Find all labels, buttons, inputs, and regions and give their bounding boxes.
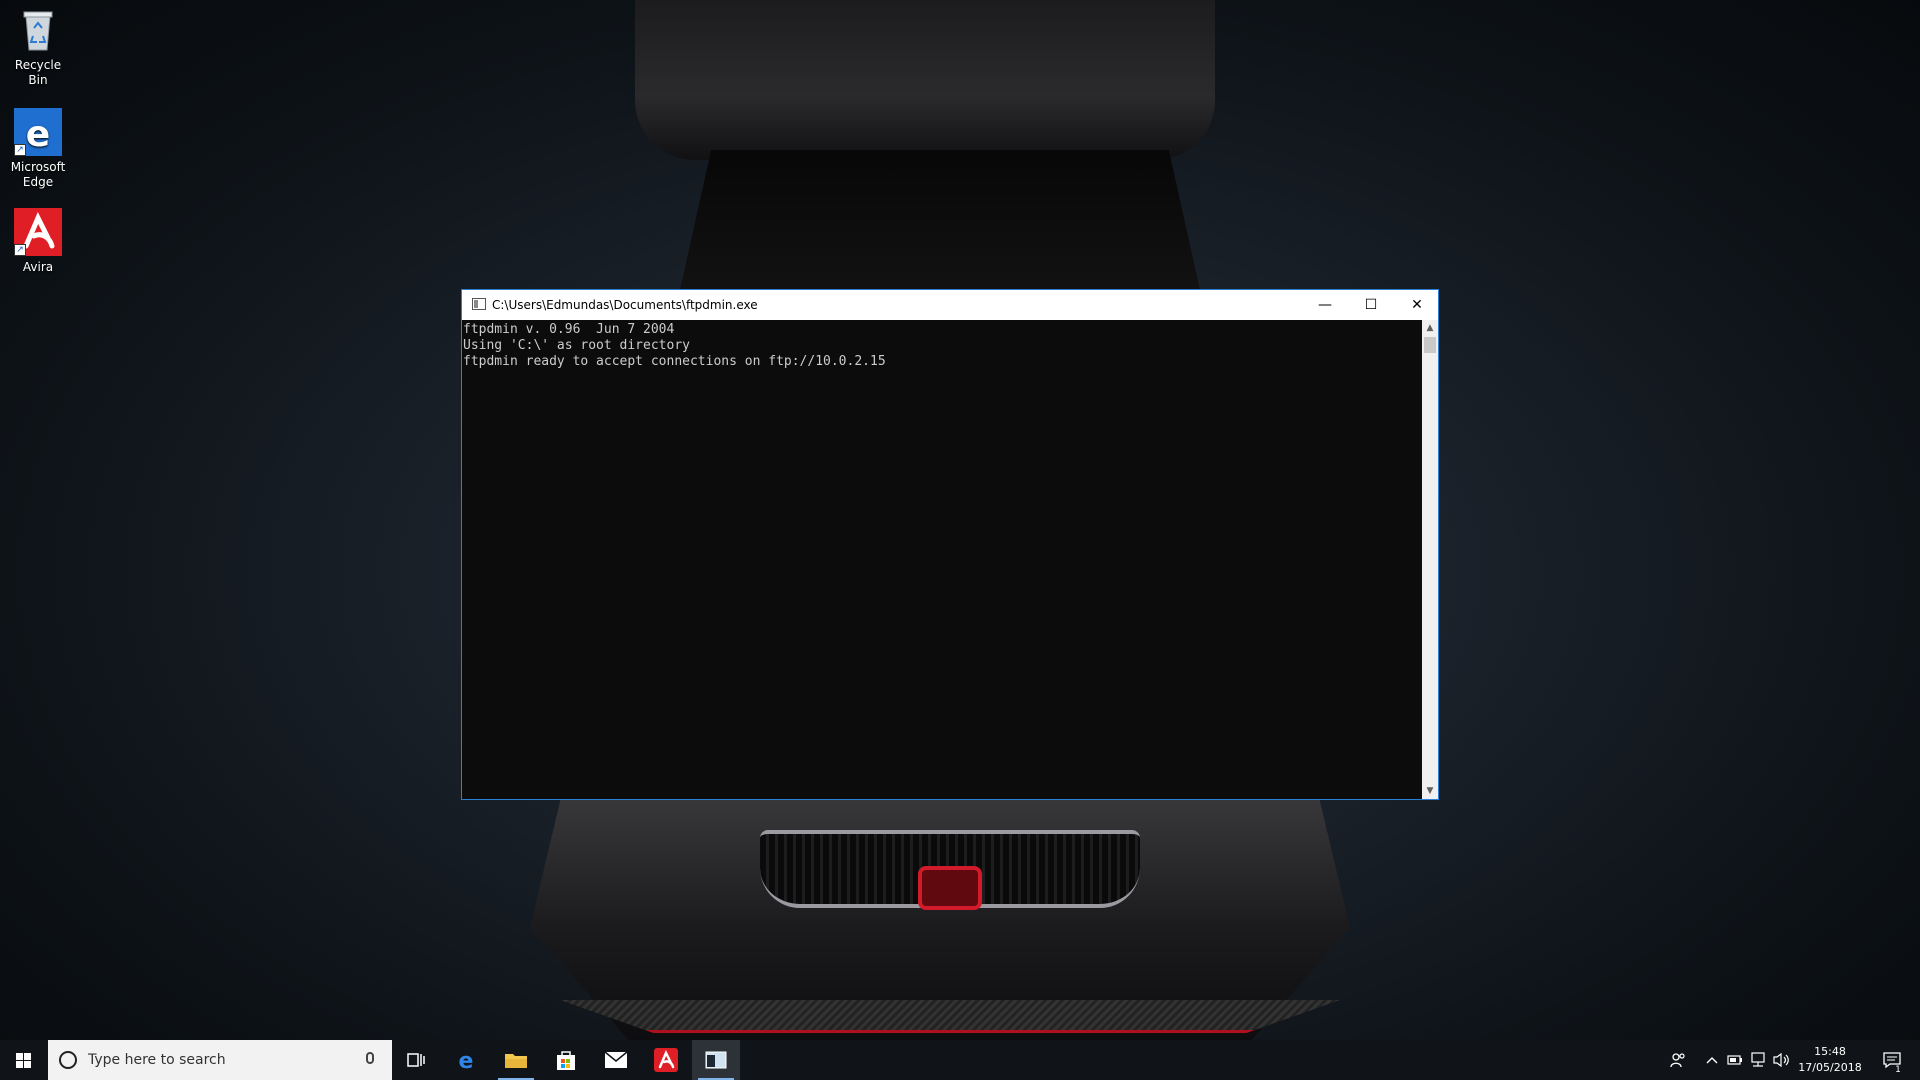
volume-icon[interactable] [1770, 1040, 1792, 1080]
avira-icon: ↗ [14, 208, 62, 256]
vertical-scrollbar[interactable]: ▲ ▼ [1422, 320, 1438, 799]
console-line: ftpdmin ready to accept connections on f… [463, 354, 886, 369]
cortana-icon [59, 1051, 77, 1069]
recycle-bin-icon [14, 6, 62, 54]
taskbar-app-edge[interactable]: e [442, 1040, 490, 1080]
console-output[interactable]: ftpdmin v. 0.96 Jun 7 2004 Using 'C:\' as… [462, 320, 1422, 799]
people-icon[interactable] [1664, 1040, 1692, 1080]
desktop: Recycle Bin e ↗ Microsoft Edge ↗ Avira C… [0, 0, 1920, 1040]
close-button[interactable]: ✕ [1394, 290, 1440, 320]
task-view-icon [407, 1053, 425, 1067]
taskbar-app-console[interactable] [692, 1040, 740, 1080]
window-title: C:\Users\Edmundas\Documents\ftpdmin.exe [492, 298, 758, 312]
console-icon [705, 1051, 727, 1069]
search-placeholder: Type here to search [88, 1052, 226, 1068]
svg-text:e: e [26, 114, 50, 155]
clock-date: 17/05/2018 [1798, 1061, 1862, 1074]
scroll-thumb[interactable] [1424, 337, 1436, 353]
scroll-up-arrow-icon[interactable]: ▲ [1422, 320, 1438, 336]
taskbar-app-avira[interactable] [642, 1040, 690, 1080]
edge-icon: e [459, 1049, 474, 1074]
wallpaper-car-windshield [680, 150, 1200, 290]
show-hidden-icons-chevron-icon[interactable] [1700, 1040, 1724, 1080]
taskbar-search-box[interactable]: Type here to search [48, 1040, 392, 1080]
start-button[interactable] [0, 1040, 48, 1080]
console-line: ftpdmin v. 0.96 Jun 7 2004 [463, 322, 675, 337]
file-explorer-icon [505, 1054, 527, 1068]
edge-icon: e ↗ [14, 108, 62, 156]
taskbar-app-mail[interactable] [592, 1040, 640, 1080]
battery-icon[interactable] [1724, 1040, 1746, 1080]
console-line: Using 'C:\' as root directory [463, 338, 690, 353]
maximize-button[interactable]: ☐ [1348, 290, 1394, 320]
desktop-icon-avira[interactable]: ↗ Avira [4, 208, 72, 275]
microphone-icon[interactable] [366, 1052, 374, 1064]
console-app-icon[interactable] [472, 298, 486, 310]
wallpaper-car-emblem [918, 866, 982, 910]
console-window[interactable]: C:\Users\Edmundas\Documents\ftpdmin.exe … [461, 289, 1439, 800]
desktop-icon-label: Recycle Bin [14, 58, 62, 87]
taskbar: Type here to search e 15:48 17/05/2018 1 [0, 1040, 1920, 1080]
scroll-down-arrow-icon[interactable]: ▼ [1422, 783, 1438, 799]
store-icon [557, 1051, 575, 1070]
desktop-icon-microsoft-edge[interactable]: e ↗ Microsoft Edge [4, 108, 72, 190]
wallpaper-car-lip [560, 1000, 1340, 1033]
shortcut-arrow-icon: ↗ [14, 244, 26, 256]
minimize-button[interactable]: — [1302, 290, 1348, 320]
notification-count-badge: 1 [1895, 1065, 1901, 1075]
taskbar-app-store[interactable] [542, 1040, 590, 1080]
desktop-icon-label: Avira [22, 260, 54, 274]
wallpaper-car-roof [635, 0, 1215, 160]
mail-icon [604, 1051, 628, 1068]
console-title-bar[interactable]: C:\Users\Edmundas\Documents\ftpdmin.exe … [462, 290, 1438, 320]
taskbar-clock[interactable]: 15:48 17/05/2018 [1790, 1044, 1870, 1076]
desktop-icon-label: Microsoft Edge [10, 160, 66, 189]
taskbar-app-file-explorer[interactable] [492, 1040, 540, 1080]
network-icon[interactable] [1746, 1040, 1770, 1080]
avira-icon [654, 1048, 678, 1072]
shortcut-arrow-icon: ↗ [14, 144, 26, 156]
desktop-icon-recycle-bin[interactable]: Recycle Bin [4, 6, 72, 88]
svg-text:e: e [459, 1049, 474, 1072]
task-view-button[interactable] [392, 1040, 440, 1080]
clock-time: 15:48 [1814, 1045, 1846, 1058]
